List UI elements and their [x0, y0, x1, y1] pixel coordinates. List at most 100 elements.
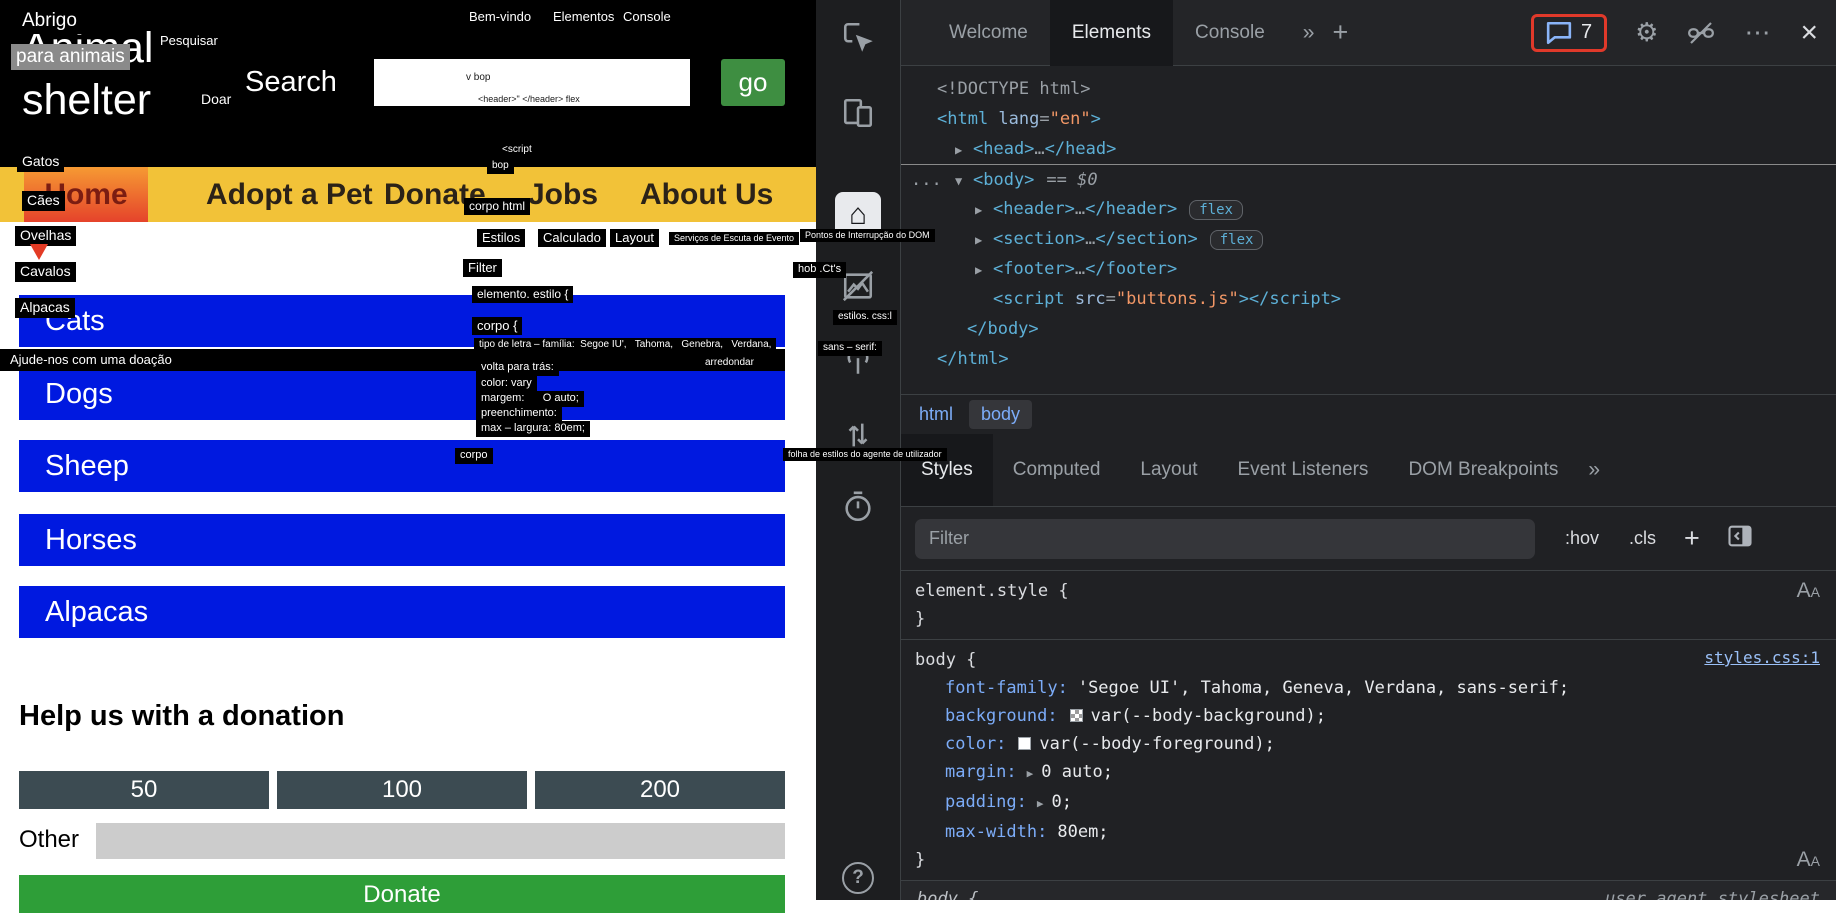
ua-rule-selector: body { — [917, 889, 978, 900]
site-title-line2: shelter — [22, 76, 151, 125]
settings-gear-icon[interactable]: ⚙ — [1635, 17, 1658, 48]
expand-arrow-icon[interactable]: ▶ — [955, 135, 973, 165]
device-connection-disabled-icon[interactable] — [1686, 18, 1716, 48]
toggle-class-editor[interactable]: .cls — [1629, 528, 1656, 549]
more-panels-icon[interactable]: » — [1588, 458, 1600, 482]
tree-node-body-close[interactable]: </body> — [901, 314, 1836, 344]
amount-button-50[interactable]: 50 — [19, 771, 269, 809]
translation-overlay: folha de estilos do agente de utilizador — [783, 448, 947, 461]
css-property-color[interactable]: color:var(--body-foreground); — [915, 730, 1822, 758]
tab-console[interactable]: Console — [1173, 0, 1287, 66]
breadcrumb: html body — [901, 394, 1836, 434]
nav-item-jobs[interactable]: Jobs — [528, 167, 598, 222]
expand-arrow-icon[interactable]: ▶ — [975, 195, 993, 225]
other-amount-input[interactable] — [96, 823, 785, 859]
tree-node-doctype[interactable]: <!DOCTYPE html> — [901, 74, 1836, 104]
donate-button[interactable]: Donate — [19, 875, 785, 913]
css-property-margin[interactable]: margin:▶0 auto; — [915, 758, 1822, 788]
translation-overlay: Serviços de Escuta de Evento — [669, 232, 799, 245]
gutter-dots[interactable]: ... — [911, 165, 942, 195]
dom-tree: <!DOCTYPE html> <html lang="en"> ▶<head>… — [901, 66, 1836, 394]
timer-icon[interactable] — [841, 490, 875, 529]
more-tabs-icon[interactable]: » — [1303, 21, 1315, 45]
search-label: Search — [245, 66, 337, 99]
tree-node-head[interactable]: ▶<head>…</head> — [901, 134, 1836, 164]
home-glyph: ⌂ — [849, 198, 867, 232]
tab-welcome[interactable]: Welcome — [927, 0, 1050, 66]
nav-item-adopt[interactable]: Adopt a Pet — [206, 167, 373, 222]
translation-overlay: corpo — [455, 448, 493, 464]
tree-node-header[interactable]: ▶<header>…</header>flex — [901, 194, 1836, 224]
selected-node-marker: == $0 — [1046, 170, 1097, 190]
new-style-rule-icon[interactable]: + — [1684, 523, 1700, 554]
toggle-hover-state[interactable]: :hov — [1565, 528, 1599, 549]
tree-node-section[interactable]: ▶<section>…</section>flex — [901, 224, 1836, 254]
inspect-icon[interactable] — [841, 20, 875, 59]
expand-arrow-icon[interactable]: ▶ — [1037, 797, 1044, 810]
tree-node-script[interactable]: <script src="buttons.js"></script> — [901, 284, 1836, 314]
tree-node-footer[interactable]: ▶<footer>…</footer> — [901, 254, 1836, 284]
font-editor-icon[interactable]: AA — [1797, 848, 1820, 872]
css-property-background[interactable]: background:var(--body-background); — [915, 702, 1822, 730]
translation-overlay: Calculado — [538, 229, 606, 247]
translation-overlay: Abrigo — [17, 8, 82, 34]
collapse-arrow-icon[interactable]: ▼ — [955, 166, 973, 196]
translation-overlay: elemento. estilo { — [472, 286, 573, 303]
css-property-font-family[interactable]: font-family:'Segoe UI', Tahoma, Geneva, … — [915, 674, 1822, 702]
image-disabled-icon[interactable] — [841, 269, 875, 308]
tree-node-body-selected[interactable]: ...▼<body>== $0 — [901, 164, 1836, 194]
expand-arrow-icon[interactable]: ▶ — [975, 225, 993, 255]
translation-overlay: Ajude-nos com uma doação — [10, 352, 172, 367]
stylesheet-link[interactable]: styles.css:1 — [1704, 648, 1820, 667]
ua-rule-origin: user agent stylesheet — [1605, 889, 1820, 900]
tab-elements[interactable]: Elements — [1050, 0, 1173, 66]
translation-overlay: bop — [487, 159, 514, 174]
tree-node-html-open[interactable]: <html lang="en"> — [901, 104, 1836, 134]
issues-counter[interactable]: 7 — [1531, 14, 1607, 52]
tree-node-html-close[interactable]: </html> — [901, 344, 1836, 374]
category-alpacas[interactable]: Alpacas — [19, 586, 785, 638]
tab-layout[interactable]: Layout — [1120, 434, 1217, 506]
device-toolbar-icon[interactable] — [841, 96, 875, 135]
element-style-section: element.style { } AA — [901, 571, 1836, 640]
page-header: Animal shelter Search go — [0, 0, 816, 167]
search-go-button[interactable]: go — [721, 59, 785, 106]
more-options-icon[interactable]: ⋯ — [1744, 17, 1772, 48]
translation-overlay: Ovelhas — [15, 226, 76, 246]
tab-dom-breakpoints[interactable]: DOM Breakpoints — [1388, 434, 1578, 506]
tab-event-listeners[interactable]: Event Listeners — [1217, 434, 1388, 506]
expand-arrow-icon[interactable]: ▶ — [1027, 767, 1034, 780]
category-sheep[interactable]: Sheep — [19, 440, 785, 492]
styles-filter-bar: :hov .cls + — [901, 507, 1836, 571]
help-icon[interactable]: ? — [842, 862, 874, 894]
tab-styles[interactable]: Styles — [901, 434, 993, 506]
css-property-padding[interactable]: padding:▶0; — [915, 788, 1822, 818]
category-dogs[interactable]: Dogs — [19, 368, 785, 420]
translation-overlay: Gatos — [17, 152, 64, 172]
translation-overlay: v bop — [466, 72, 490, 85]
color-swatch-white[interactable] — [1018, 737, 1031, 750]
nav-item-about[interactable]: About Us — [640, 167, 773, 222]
breadcrumb-body[interactable]: body — [969, 400, 1032, 429]
translation-overlay: margem: O auto; — [476, 391, 584, 407]
new-tab-icon[interactable]: + — [1332, 17, 1348, 48]
breadcrumb-html[interactable]: html — [919, 404, 953, 425]
category-horses[interactable]: Horses — [19, 514, 785, 566]
dock-sidebar-icon[interactable] — [1726, 522, 1754, 555]
flex-badge[interactable]: flex — [1189, 200, 1243, 220]
styles-filter-input[interactable] — [915, 519, 1535, 559]
expand-arrow-icon[interactable]: ▶ — [975, 255, 993, 285]
flex-badge[interactable]: flex — [1210, 230, 1264, 250]
rule-selector[interactable]: body { — [915, 646, 1822, 674]
amount-button-100[interactable]: 100 — [277, 771, 527, 809]
css-property-max-width[interactable]: max-width:80em; — [915, 818, 1822, 846]
element-style-selector[interactable]: element.style { — [915, 577, 1822, 605]
close-devtools-icon[interactable]: × — [1800, 16, 1818, 50]
tab-computed[interactable]: Computed — [993, 434, 1121, 506]
color-swatch-transparent[interactable] — [1070, 709, 1083, 722]
translation-overlay: Alpacas — [15, 298, 75, 318]
amount-button-200[interactable]: 200 — [535, 771, 785, 809]
issues-count: 7 — [1581, 21, 1592, 44]
font-editor-icon[interactable]: AA — [1797, 579, 1820, 603]
main-nav: Home Adopt a Pet Donate Jobs About Us — [0, 167, 816, 222]
